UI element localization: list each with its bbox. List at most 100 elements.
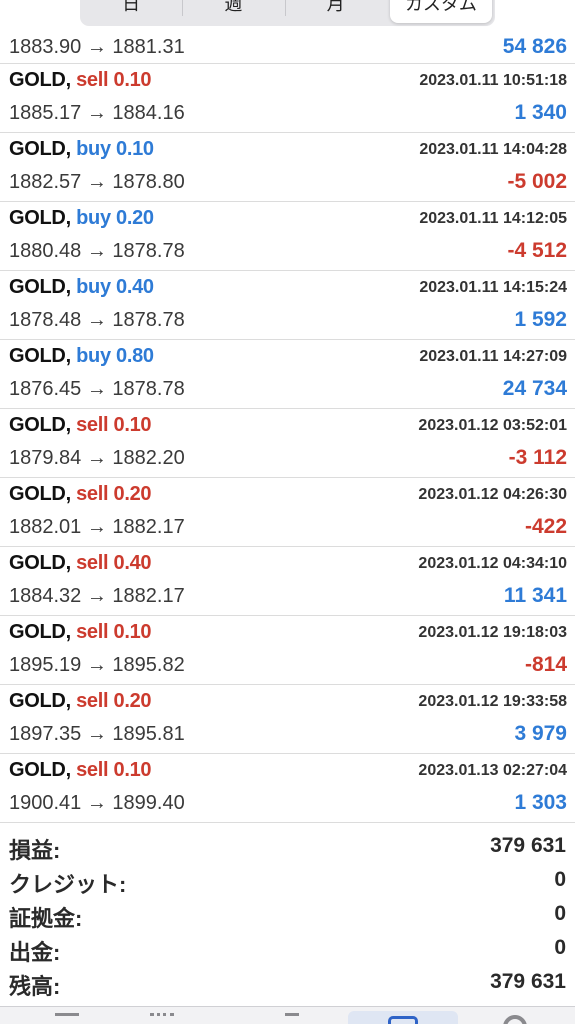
symbol-name: GOLD, bbox=[9, 690, 71, 712]
trade-prices: 1882.57 → 1878.80 bbox=[9, 171, 185, 193]
trade-side-volume: sell 0.20 bbox=[76, 690, 152, 712]
trade-symbol: GOLD, sell 0.10 bbox=[9, 414, 152, 437]
account-summary: 損益: 379 631 クレジット: 0 証拠金: 0 出金: 0 残高: 37… bbox=[0, 829, 575, 999]
summary-label: 出金: bbox=[9, 940, 61, 965]
trade-profit: 24 734 bbox=[502, 377, 567, 400]
trade-side-volume: sell 0.20 bbox=[76, 483, 152, 505]
trade-history-list: 1883.90 → 1881.31 54 826 GOLD, sell 0.10… bbox=[0, 34, 575, 823]
trade-row[interactable]: GOLD, buy 0.20 2023.01.11 14:12:05 1880.48… bbox=[0, 202, 575, 271]
trade-profit: 1 303 bbox=[514, 791, 567, 814]
settings-icon[interactable] bbox=[503, 1015, 527, 1024]
quotes-icon[interactable] bbox=[55, 1013, 79, 1024]
trade-symbol: GOLD, buy 0.80 bbox=[9, 345, 154, 368]
period-segments: 日 週 月 カスタム bbox=[80, 0, 495, 26]
symbol-name: GOLD, bbox=[9, 414, 71, 436]
trade-row[interactable]: GOLD, buy 0.80 2023.01.11 14:27:09 1876.45… bbox=[0, 340, 575, 409]
trade-prices: 1882.01 → 1882.17 bbox=[9, 516, 185, 538]
segment-day-label: 日 bbox=[122, 0, 141, 14]
trade-profit: 1 340 bbox=[514, 101, 567, 124]
trade-time: 2023.01.11 14:27:09 bbox=[419, 348, 567, 365]
segment-month[interactable]: 月 bbox=[284, 0, 387, 26]
trade-row[interactable]: GOLD, buy 0.10 2023.01.11 14:04:28 1882.57… bbox=[0, 133, 575, 202]
trade-profit: 1 592 bbox=[514, 308, 567, 331]
segment-month-label: 月 bbox=[326, 0, 345, 14]
history-icon bbox=[388, 1016, 418, 1024]
trade-prices: 1895.19 → 1895.82 bbox=[9, 654, 185, 676]
trade-profit: 54 826 bbox=[502, 35, 567, 58]
trade-time: 2023.01.12 03:52:01 bbox=[418, 417, 567, 434]
trade-time: 2023.01.12 04:26:30 bbox=[418, 486, 567, 503]
symbol-name: GOLD, bbox=[9, 69, 71, 91]
trade-side-volume: sell 0.10 bbox=[76, 69, 152, 91]
trade-side-volume: buy 0.80 bbox=[76, 345, 154, 367]
trade-symbol: GOLD, buy 0.40 bbox=[9, 276, 154, 299]
trade-prices: 1900.41 → 1899.40 bbox=[9, 792, 185, 814]
trade-time: 2023.01.12 19:33:58 bbox=[418, 693, 567, 710]
trade-profit: 3 979 bbox=[514, 722, 567, 745]
trade-time: 2023.01.11 10:51:18 bbox=[419, 72, 567, 89]
trade-side-volume: buy 0.10 bbox=[76, 138, 154, 160]
segment-week-label: 週 bbox=[224, 0, 243, 14]
trade-profit: -814 bbox=[524, 653, 567, 676]
symbol-name: GOLD, bbox=[9, 621, 71, 643]
trade-time: 2023.01.11 14:12:05 bbox=[419, 210, 567, 227]
symbol-name: GOLD, bbox=[9, 483, 71, 505]
segment-day[interactable]: 日 bbox=[80, 0, 182, 26]
trade-icon[interactable] bbox=[285, 1013, 299, 1024]
trade-time: 2023.01.12 04:34:10 bbox=[418, 555, 567, 572]
trade-row[interactable]: GOLD, buy 0.40 2023.01.11 14:15:24 1878.48… bbox=[0, 271, 575, 340]
segment-custom-label: カスタム bbox=[404, 0, 477, 14]
trade-row[interactable]: GOLD, sell 0.20 2023.01.12 19:33:58 1897.3… bbox=[0, 685, 575, 754]
trade-symbol: GOLD, sell 0.10 bbox=[9, 621, 152, 644]
chart-icon[interactable] bbox=[150, 1013, 174, 1024]
trade-row[interactable]: 1883.90 → 1881.31 54 826 bbox=[0, 34, 575, 64]
trade-symbol: GOLD, buy 0.10 bbox=[9, 138, 154, 161]
trade-row[interactable]: GOLD, sell 0.10 2023.01.12 19:18:03 1895.1… bbox=[0, 616, 575, 685]
summary-value: 379 631 bbox=[490, 834, 566, 857]
trade-row[interactable]: GOLD, sell 0.10 2023.01.13 02:27:04 1900.4… bbox=[0, 754, 575, 823]
summary-balance: 残高: 379 631 bbox=[0, 965, 575, 999]
segment-week[interactable]: 週 bbox=[182, 0, 284, 26]
trade-time: 2023.01.11 14:04:28 bbox=[419, 141, 567, 158]
trade-side-volume: sell 0.10 bbox=[76, 621, 152, 643]
summary-value: 379 631 bbox=[490, 970, 566, 993]
trade-symbol: GOLD, buy 0.20 bbox=[9, 207, 154, 230]
summary-label: 証拠金: bbox=[9, 906, 83, 931]
trade-time: 2023.01.12 19:18:03 bbox=[418, 624, 567, 641]
symbol-name: GOLD, bbox=[9, 552, 71, 574]
symbol-name: GOLD, bbox=[9, 207, 71, 229]
summary-value: 0 bbox=[554, 868, 566, 891]
trade-prices: 1880.48 → 1878.78 bbox=[9, 240, 185, 262]
trade-prices: 1879.84 → 1882.20 bbox=[9, 447, 185, 469]
summary-value: 0 bbox=[554, 902, 566, 925]
trade-side-volume: buy 0.40 bbox=[76, 276, 154, 298]
trade-prices: 1876.45 → 1878.78 bbox=[9, 378, 185, 400]
trade-row[interactable]: GOLD, sell 0.10 2023.01.12 03:52:01 1879.8… bbox=[0, 409, 575, 478]
trade-side-volume: sell 0.10 bbox=[76, 759, 152, 781]
trade-prices: 1883.90 → 1881.31 bbox=[9, 36, 185, 58]
trade-prices: 1885.17 → 1884.16 bbox=[9, 102, 185, 124]
summary-credit: クレジット: 0 bbox=[0, 863, 575, 897]
symbol-name: GOLD, bbox=[9, 138, 71, 160]
trade-prices: 1897.35 → 1895.81 bbox=[9, 723, 185, 745]
trade-symbol: GOLD, sell 0.10 bbox=[9, 759, 152, 782]
trade-row[interactable]: GOLD, sell 0.40 2023.01.12 04:34:10 1884.3… bbox=[0, 547, 575, 616]
symbol-name: GOLD, bbox=[9, 276, 71, 298]
trade-symbol: GOLD, sell 0.10 bbox=[9, 69, 152, 92]
trade-profit: -422 bbox=[524, 515, 567, 538]
bottom-tab-bar bbox=[0, 1006, 575, 1024]
symbol-name: GOLD, bbox=[9, 345, 71, 367]
summary-label: クレジット: bbox=[9, 872, 127, 897]
trade-row[interactable]: GOLD, sell 0.20 2023.01.12 04:26:30 1882.0… bbox=[0, 478, 575, 547]
trade-side-volume: sell 0.10 bbox=[76, 414, 152, 436]
summary-label: 損益: bbox=[9, 838, 61, 863]
period-segmented-control: 日 週 月 カスタム bbox=[0, 0, 575, 34]
summary-profit: 損益: 379 631 bbox=[0, 829, 575, 863]
trade-side-volume: sell 0.40 bbox=[76, 552, 152, 574]
summary-withdrawal: 出金: 0 bbox=[0, 931, 575, 965]
trade-time: 2023.01.13 02:27:04 bbox=[418, 762, 567, 779]
summary-margin: 証拠金: 0 bbox=[0, 897, 575, 931]
segment-custom[interactable]: カスタム bbox=[389, 0, 492, 23]
trade-row[interactable]: GOLD, sell 0.10 2023.01.11 10:51:18 1885.1… bbox=[0, 64, 575, 133]
trade-time: 2023.01.11 14:15:24 bbox=[419, 279, 567, 296]
